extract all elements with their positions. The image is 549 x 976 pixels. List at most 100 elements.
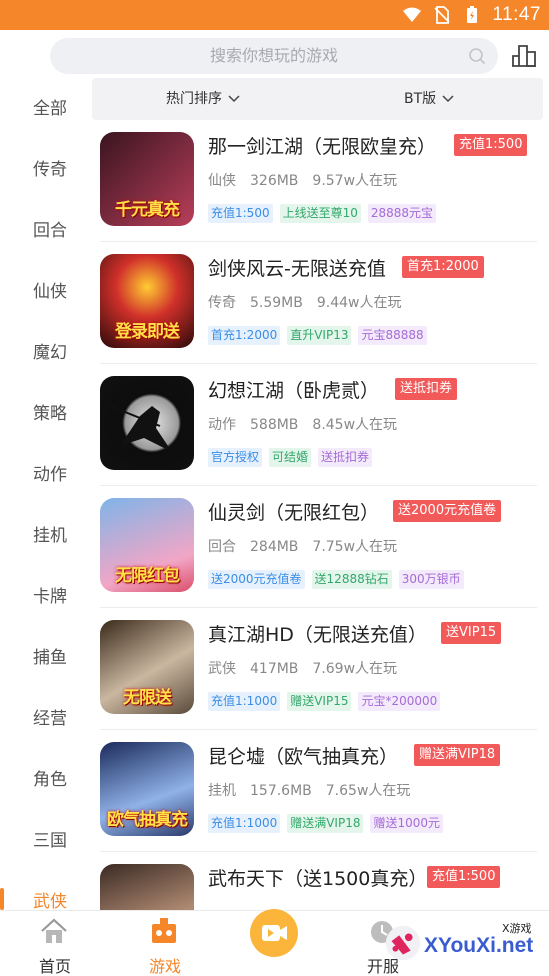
game-players: 7.65w人在玩 xyxy=(325,783,411,799)
game-item[interactable]: 幻想江湖（卧虎贰） 送抵扣券 动作 588MB 8.45w人在玩 官方授权 可结婚 … xyxy=(92,364,549,486)
sidebar-item-label: 经营 xyxy=(33,708,67,729)
tag: 官方授权 xyxy=(208,448,263,467)
tag: 直升VIP13 xyxy=(287,326,352,345)
game-icon xyxy=(152,918,176,943)
sidebar-item-guaji[interactable]: 挂机 xyxy=(0,513,92,553)
game-meta: 仙侠 326MB 9.57w人在玩 xyxy=(208,170,411,190)
sidebar-item-label: 传奇 xyxy=(33,159,67,180)
search-row: 搜索你想玩的游戏 xyxy=(0,30,549,80)
game-thumbnail[interactable]: 欧气抽真充 xyxy=(100,742,194,836)
sidebar-item-jingying[interactable]: 经营 xyxy=(0,696,92,736)
search-placeholder: 搜索你想玩的游戏 xyxy=(209,46,338,65)
promo-badge: 送VIP15 xyxy=(441,622,502,644)
thumbnail-caption: 无限送 xyxy=(123,688,172,708)
game-item[interactable]: 无限红包 仙灵剑（无限红包） 送2000元充值卷 回合 284MB 7.75w人在玩… xyxy=(92,486,549,608)
sidebar-item-label: 武侠 xyxy=(33,891,67,912)
game-size: 284MB xyxy=(250,539,299,555)
promo-badge: 首充1:2000 xyxy=(402,256,484,278)
sidebar-item-celue[interactable]: 策略 xyxy=(0,391,92,431)
game-item[interactable]: 欧气抽真充 昆仑墟（欧气抽真充） 赠送满VIP18 挂机 157.6MB 7.65w… xyxy=(92,730,549,852)
game-thumbnail[interactable]: 登录即送 xyxy=(100,254,194,348)
tag: 送抵扣券 xyxy=(318,448,373,467)
game-category: 动作 xyxy=(208,417,236,433)
sidebar-item-all[interactable]: 全部 xyxy=(0,86,92,126)
game-category: 武侠 xyxy=(208,661,236,677)
sidebar-item-sanguo[interactable]: 三国 xyxy=(0,818,92,858)
game-item[interactable]: 武布天下（送1500真充） 充值1:500 xyxy=(92,852,549,910)
game-tags: 充值1:1000 赠送满VIP18 赠送1000元 xyxy=(208,814,444,833)
game-title: 剑侠风云-无限送充值 xyxy=(208,258,386,280)
tag: 送12888钻石 xyxy=(311,570,392,589)
tag: 充值1:500 xyxy=(208,204,273,223)
version-dropdown[interactable]: BT版 xyxy=(404,78,454,120)
game-thumbnail[interactable] xyxy=(100,376,194,470)
sidebar-item-buyu[interactable]: 捕鱼 xyxy=(0,635,92,675)
game-title: 真江湖HD（无限送充值） xyxy=(208,624,427,646)
tag: 首充1:2000 xyxy=(208,326,281,345)
game-item[interactable]: 登录即送 剑侠风云-无限送充值 首充1:2000 传奇 5.59MB 9.44w人在… xyxy=(92,242,549,364)
game-category: 传奇 xyxy=(208,295,236,311)
sidebar-item-label: 魔幻 xyxy=(33,342,67,363)
sidebar-item-xianxia[interactable]: 仙侠 xyxy=(0,269,92,309)
promo-badge: 送抵扣券 xyxy=(395,378,458,400)
nav-home[interactable]: 首页 xyxy=(0,911,110,976)
game-meta: 回合 284MB 7.75w人在玩 xyxy=(208,536,411,556)
game-title: 那一剑江湖（无限欧皇充） xyxy=(208,136,437,158)
search-input[interactable]: 搜索你想玩的游戏 xyxy=(50,38,498,74)
game-item[interactable]: 无限送 真江湖HD（无限送充值） 送VIP15 武侠 417MB 7.69w人在玩 … xyxy=(92,608,549,730)
status-bar: 11:47 xyxy=(0,0,549,30)
game-category: 挂机 xyxy=(208,783,236,799)
game-list: 千元真充 那一剑江湖（无限欧皇充） 充值1:500 仙侠 326MB 9.57w人在… xyxy=(92,120,549,910)
nav-games[interactable]: 游戏 xyxy=(110,911,220,976)
game-size: 5.59MB xyxy=(250,295,303,311)
sidebar-item-label: 捕鱼 xyxy=(33,647,67,668)
game-players: 7.75w人在玩 xyxy=(312,539,398,555)
search-icon[interactable] xyxy=(468,47,486,65)
game-tags: 充值1:500 上线送至尊10 28888元宝 xyxy=(208,204,437,223)
game-tags: 送2000元充值卷 送12888钻石 300万银币 xyxy=(208,570,464,589)
game-tags: 官方授权 可结婚 送抵扣券 xyxy=(208,448,373,467)
tag: 充值1:1000 xyxy=(208,814,281,833)
sidebar-item-kapai[interactable]: 卡牌 xyxy=(0,574,92,614)
promo-badge: 送2000元充值卷 xyxy=(393,500,502,522)
status-time: 11:47 xyxy=(492,4,541,25)
thumbnail-caption: 登录即送 xyxy=(115,322,180,342)
sidebar-item-juese[interactable]: 角色 xyxy=(0,757,92,797)
sidebar-item-chuanqi[interactable]: 传奇 xyxy=(0,147,92,187)
game-thumbnail[interactable]: 无限红包 xyxy=(100,498,194,592)
game-thumbnail[interactable] xyxy=(100,864,194,910)
game-meta: 传奇 5.59MB 9.44w人在玩 xyxy=(208,292,415,312)
sidebar-item-dongzuo[interactable]: 动作 xyxy=(0,452,92,492)
sort-dropdown[interactable]: 热门排序 xyxy=(166,78,240,120)
tag: 赠送满VIP18 xyxy=(287,814,364,833)
game-thumbnail[interactable]: 无限送 xyxy=(100,620,194,714)
game-title: 幻想江湖（卧虎贰） xyxy=(208,380,380,402)
game-title: 仙灵剑（无限红包） xyxy=(208,502,380,524)
filter-bar: 热门排序 BT版 xyxy=(92,78,543,120)
game-size: 417MB xyxy=(250,661,299,677)
sidebar-item-label: 动作 xyxy=(33,464,67,485)
sidebar-item-label: 三国 xyxy=(33,830,67,851)
game-players: 9.57w人在玩 xyxy=(312,173,398,189)
nav-label: 首页 xyxy=(38,957,71,976)
game-category: 仙侠 xyxy=(208,173,236,189)
site-watermark: X游戏 XYouXi.net xyxy=(380,912,546,972)
video-button[interactable] xyxy=(250,909,298,957)
wifi-icon xyxy=(403,7,422,22)
home-icon xyxy=(41,918,67,943)
game-size: 326MB xyxy=(250,173,299,189)
battery-icon xyxy=(467,6,478,23)
game-title: 昆仑墟（欧气抽真充） xyxy=(208,746,399,768)
tag: 充值1:1000 xyxy=(208,692,281,711)
game-thumbnail[interactable]: 千元真充 xyxy=(100,132,194,226)
sidebar-item-mohuan[interactable]: 魔幻 xyxy=(0,330,92,370)
game-item[interactable]: 千元真充 那一剑江湖（无限欧皇充） 充值1:500 仙侠 326MB 9.57w人在… xyxy=(92,120,549,242)
game-tags: 首充1:2000 直升VIP13 元宝88888 xyxy=(208,326,427,345)
sidebar-item-label: 卡牌 xyxy=(33,586,67,607)
game-players: 9.44w人在玩 xyxy=(316,295,402,311)
game-category: 回合 xyxy=(208,539,236,555)
promo-badge: 充值1:500 xyxy=(427,866,501,888)
ranking-icon[interactable] xyxy=(511,42,537,68)
game-players: 7.69w人在玩 xyxy=(312,661,398,677)
sidebar-item-huihe[interactable]: 回合 xyxy=(0,208,92,248)
